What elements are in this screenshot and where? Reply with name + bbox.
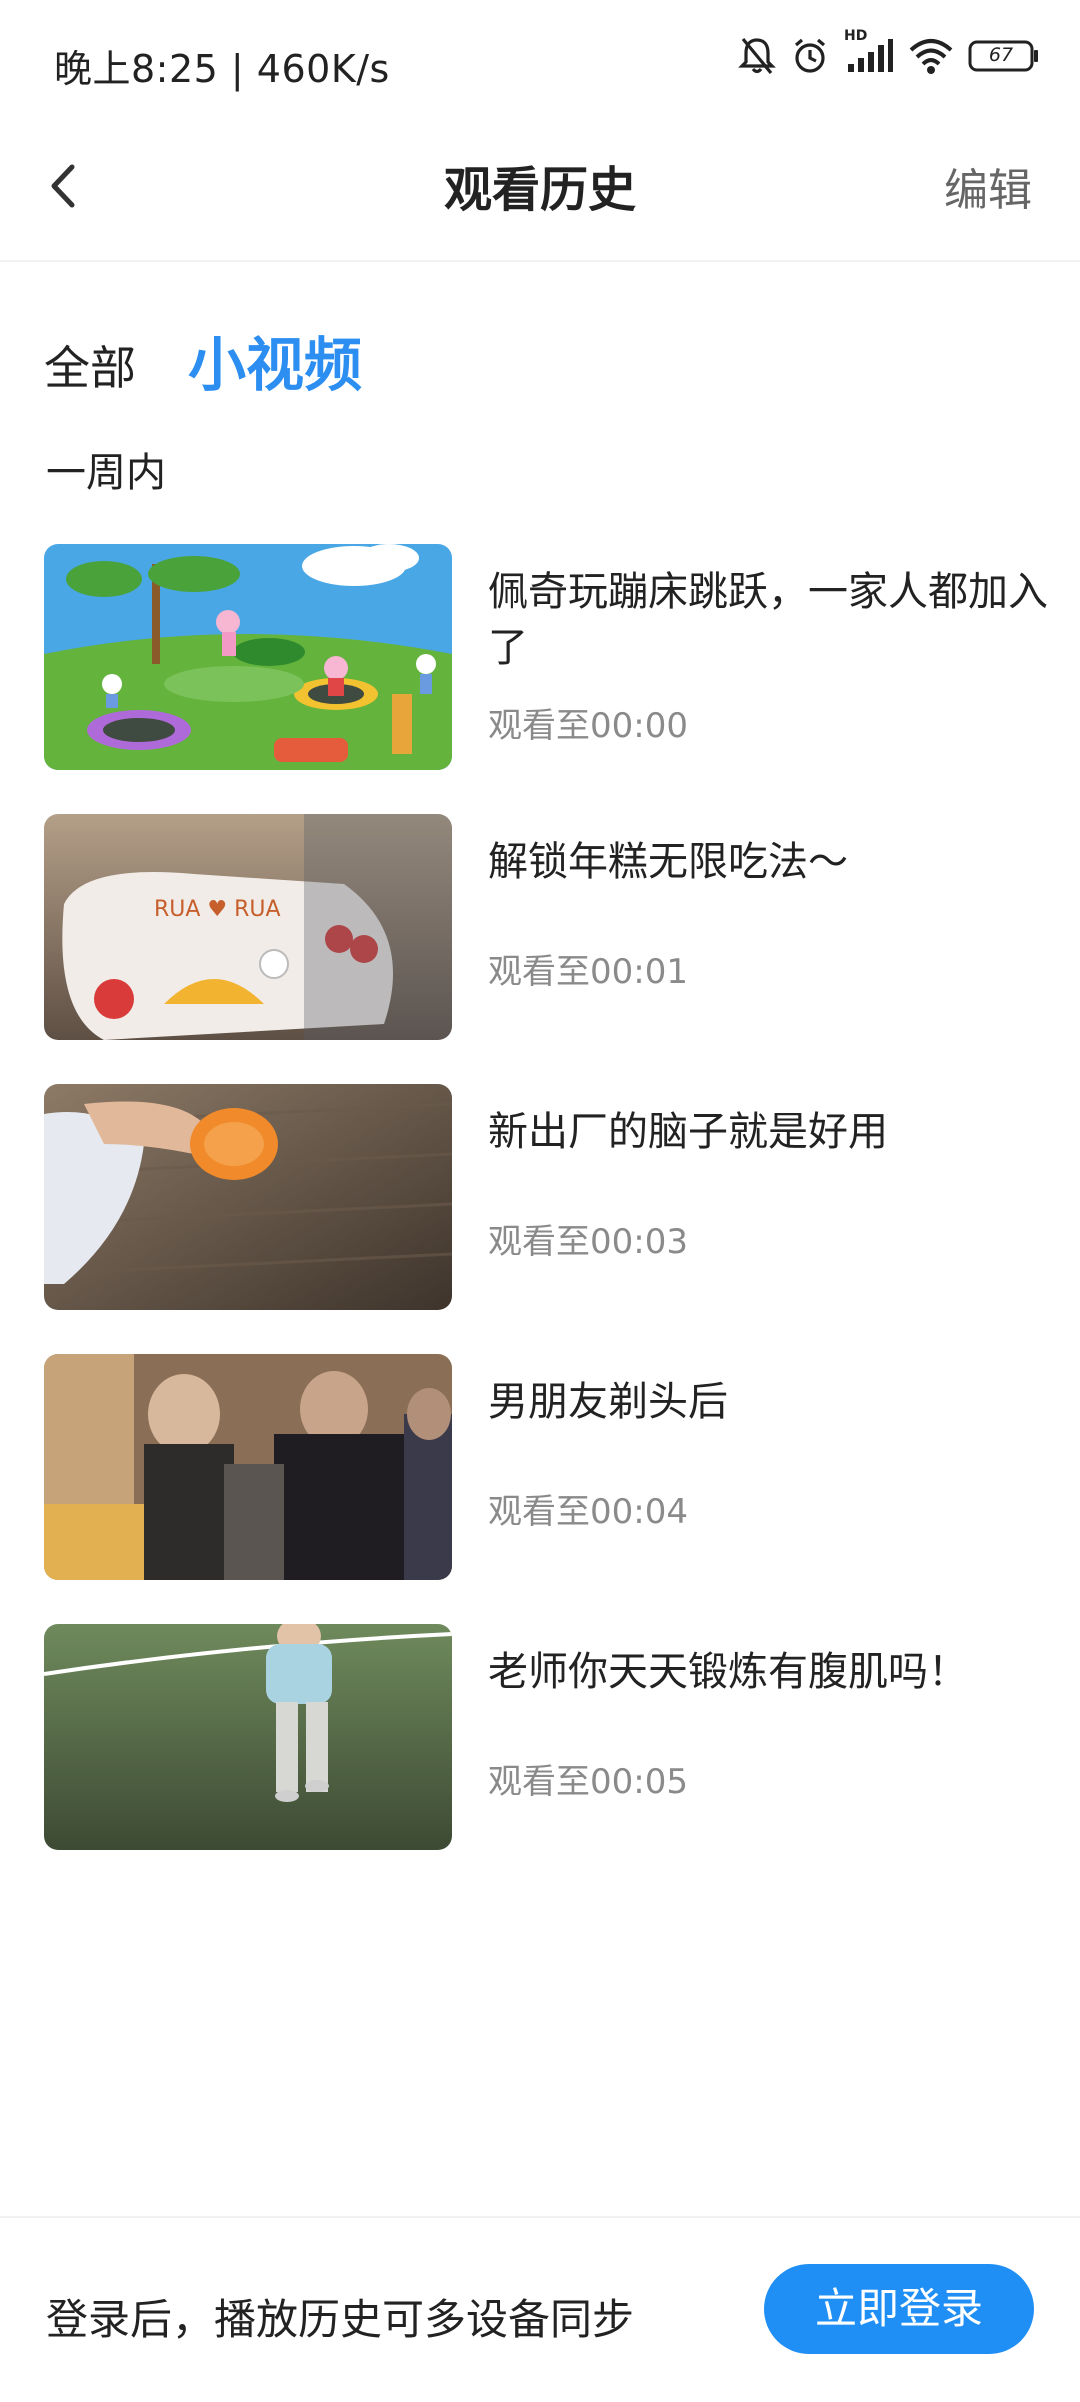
- tab-all[interactable]: 全部: [44, 332, 136, 402]
- sync-hint-text: 登录后，播放历史可多设备同步: [46, 2295, 635, 2344]
- list-item[interactable]: 男朋友剃头后 观看至00:04: [44, 1354, 1044, 1580]
- network-badge: HD: [844, 28, 868, 44]
- status-icons: HD 67: [738, 28, 1040, 76]
- video-thumbnail[interactable]: [44, 1354, 452, 1580]
- tab-bar: 全部 小视频: [44, 318, 362, 402]
- edit-button[interactable]: 编辑: [944, 154, 1032, 218]
- status-bar: 晚上8:25 | 460K/s HD 67: [0, 0, 1080, 120]
- svg-text:RUA ♥ RUA: RUA ♥ RUA: [154, 897, 281, 922]
- video-title: 解锁年糕无限吃法～: [488, 839, 848, 885]
- video-thumbnail[interactable]: [44, 1624, 452, 1850]
- list-item[interactable]: 佩奇玩蹦床跳跃，一家人都加入了 观看至00:00: [44, 544, 1048, 770]
- signal-icon: HD: [844, 28, 894, 76]
- login-footer: 登录后，播放历史可多设备同步 立即登录: [0, 2216, 1080, 2402]
- header: 观看历史 编辑: [0, 120, 1080, 262]
- video-title: 佩奇玩蹦床跳跃，一家人都加入了: [488, 569, 1048, 671]
- alarm-icon: [790, 36, 830, 76]
- tab-short-video[interactable]: 小视频: [188, 318, 362, 402]
- watch-progress: 观看至00:01: [488, 952, 688, 992]
- video-title: 新出厂的脑子就是好用: [488, 1109, 888, 1155]
- mute-bell-icon: [738, 36, 776, 76]
- list-item[interactable]: 新出厂的脑子就是好用 观看至00:03: [44, 1084, 1044, 1310]
- video-thumbnail[interactable]: [44, 1084, 452, 1310]
- watch-progress: 观看至00:04: [488, 1492, 688, 1532]
- battery-icon: 67: [968, 39, 1040, 73]
- video-title: 男朋友剃头后: [488, 1379, 728, 1425]
- video-title: 老师你天天锻炼有腹肌吗！: [488, 1649, 968, 1695]
- status-time-speed: 晚上8:25 | 460K/s: [54, 47, 390, 91]
- battery-level: 67: [988, 44, 1014, 66]
- watch-progress: 观看至00:05: [488, 1762, 688, 1802]
- wifi-icon: [908, 36, 954, 76]
- section-label-week: 一周内: [46, 450, 166, 496]
- page-title: 观看历史: [443, 162, 636, 218]
- list-item[interactable]: 老师你天天锻炼有腹肌吗！ 观看至00:05: [44, 1624, 1044, 1850]
- video-thumbnail[interactable]: [44, 544, 452, 770]
- watch-progress: 观看至00:00: [488, 706, 688, 746]
- video-thumbnail[interactable]: RUA ♥ RUA: [44, 814, 452, 1040]
- login-button[interactable]: 立即登录: [764, 2264, 1034, 2354]
- watch-progress: 观看至00:03: [488, 1222, 688, 1262]
- list-item[interactable]: RUA ♥ RUA 解锁年糕无限吃法～ 观看至00:01: [44, 814, 1044, 1040]
